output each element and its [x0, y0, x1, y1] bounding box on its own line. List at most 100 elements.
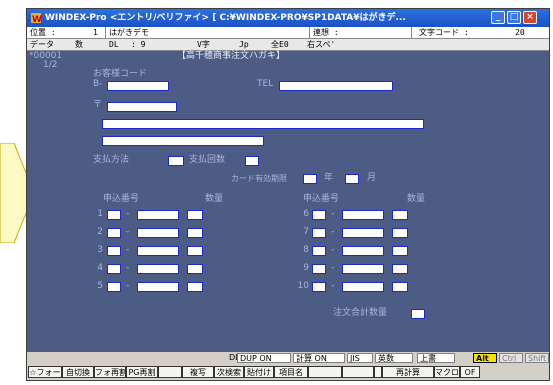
right-space-label: 右スペ' [307, 40, 336, 49]
position-name: はがきデモ [109, 28, 149, 37]
address1-input[interactable] [102, 119, 424, 129]
info-row-data: データ 数 DL : 9 V字 Jp 全E0 右スペ' [27, 39, 549, 51]
data-label: データ [30, 40, 54, 49]
order-qty-input[interactable] [392, 210, 408, 220]
v-label: V字 [197, 40, 210, 49]
zen-label: 全E0 [271, 40, 289, 49]
order-prefix-input[interactable] [312, 264, 326, 274]
order-number-input[interactable] [137, 246, 179, 256]
status-jis: JIS [347, 353, 373, 363]
order-qty-input[interactable] [187, 228, 203, 238]
order-number-input[interactable] [137, 210, 179, 220]
order-qty-input[interactable] [187, 210, 203, 220]
order-qty-input[interactable] [187, 264, 203, 274]
title-bar: W WINDEX-Pro <エントリ/ベリファイ> [ C:¥WINDEX-PR… [27, 9, 549, 27]
order-prefix-input[interactable] [312, 282, 326, 292]
minimize-button[interactable]: _ [491, 11, 505, 24]
customer-code-input[interactable] [107, 81, 169, 91]
order-prefix-input[interactable] [107, 282, 121, 292]
qty-header-left: 数量 [205, 194, 224, 204]
order-prefix-input[interactable] [107, 228, 121, 238]
link-label: 連想 : [313, 28, 339, 37]
function-key-13[interactable]: 再計算 [382, 366, 434, 378]
order-qty-input[interactable] [187, 282, 203, 292]
order-row-number: 4 [97, 263, 103, 273]
order-dash: - [126, 209, 130, 219]
payment-method-input[interactable] [168, 156, 184, 166]
order-qty-input[interactable] [392, 282, 408, 292]
dl-value: : 9 [131, 40, 146, 49]
record-page: 1/2 [43, 60, 58, 70]
card-expiry-label: カード有効期限 [231, 174, 287, 183]
function-key-2[interactable]: 自切換 [62, 366, 94, 378]
app-icon: W [31, 13, 42, 24]
order-qty-input[interactable] [392, 228, 408, 238]
address2-input[interactable] [102, 136, 264, 146]
order-number-input[interactable] [137, 282, 179, 292]
app-window: W WINDEX-Pro <エントリ/ベリファイ> [ C:¥WINDEX-PR… [26, 8, 550, 381]
char-code-value: 20 [515, 28, 525, 37]
order-no-header-left: 申込番号 [103, 194, 140, 204]
function-key-1[interactable]: ☆フォー [28, 366, 62, 378]
function-key-15[interactable]: OF [460, 366, 480, 378]
function-key-6[interactable]: 複写 [182, 366, 214, 378]
order-row-number: 2 [97, 227, 103, 237]
order-number-input[interactable] [342, 282, 384, 292]
order-qty-input[interactable] [187, 246, 203, 256]
total-qty-label: 注文合計数量 [333, 308, 388, 318]
close-button[interactable]: × [523, 11, 537, 24]
order-prefix-input[interactable] [107, 264, 121, 274]
jp-label: Jp [239, 40, 249, 49]
order-dash: - [331, 263, 335, 273]
total-qty-input[interactable] [411, 309, 425, 319]
order-number-input[interactable] [342, 246, 384, 256]
info-row-position: 位置 : 1 はがきデモ 連想 : 文字コード : 20 [27, 27, 549, 39]
year-label: 年 [324, 173, 334, 183]
function-key-8[interactable]: 貼付け [244, 366, 274, 378]
order-prefix-input[interactable] [312, 246, 326, 256]
card-year-input[interactable] [303, 174, 317, 184]
order-dash: - [126, 245, 130, 255]
order-dash: - [126, 281, 130, 291]
order-prefix-input[interactable] [312, 210, 326, 220]
function-key-3[interactable]: フォ再割 [94, 366, 126, 378]
postal-input[interactable] [107, 102, 177, 112]
count-label: 数 [75, 40, 83, 49]
maximize-button[interactable]: □ [507, 11, 521, 24]
status-calc: 計算 ON [293, 353, 345, 363]
tel-input[interactable] [279, 81, 393, 91]
card-month-input[interactable] [345, 174, 359, 184]
window-title: WINDEX-Pro <エントリ/ベリファイ> [ C:¥WINDEX-PRO¥… [45, 13, 406, 23]
position-value: 1 [93, 28, 98, 37]
function-key-4[interactable]: PG再割 [126, 366, 158, 378]
order-number-input[interactable] [342, 210, 384, 220]
order-qty-input[interactable] [392, 246, 408, 256]
function-key-9[interactable]: 項目名 [274, 366, 308, 378]
function-key-11[interactable] [342, 366, 374, 378]
function-key-7[interactable]: 次検索 [214, 366, 244, 378]
order-prefix-input[interactable] [107, 246, 121, 256]
postal-label: 〒 [93, 100, 103, 110]
form-title: 【高千穂商事注文ハガキ】 [177, 51, 286, 61]
order-row-number: 1 [97, 209, 103, 219]
function-key-14[interactable]: マクロ [434, 366, 460, 378]
order-row-number: 5 [97, 281, 103, 291]
order-dash: - [331, 245, 335, 255]
order-number-input[interactable] [137, 264, 179, 274]
order-qty-input[interactable] [392, 264, 408, 274]
payment-count-input[interactable] [245, 156, 259, 166]
char-code-label: 文字コード : [419, 28, 469, 37]
status-bar: DL DUP ON 計算 ON JIS 英数 上書 Alt Ctrl Shift [27, 352, 549, 364]
qty-header-right: 数量 [407, 194, 426, 204]
order-number-input[interactable] [342, 228, 384, 238]
order-number-input[interactable] [137, 228, 179, 238]
function-key-5[interactable] [158, 366, 182, 378]
function-key-10[interactable] [308, 366, 342, 378]
function-key-12[interactable] [374, 366, 382, 378]
payment-method-label: 支払方法 [93, 155, 130, 165]
order-prefix-input[interactable] [107, 210, 121, 220]
order-dash: - [331, 227, 335, 237]
order-number-input[interactable] [342, 264, 384, 274]
status-overwrite: 上書 [417, 353, 455, 363]
order-prefix-input[interactable] [312, 228, 326, 238]
